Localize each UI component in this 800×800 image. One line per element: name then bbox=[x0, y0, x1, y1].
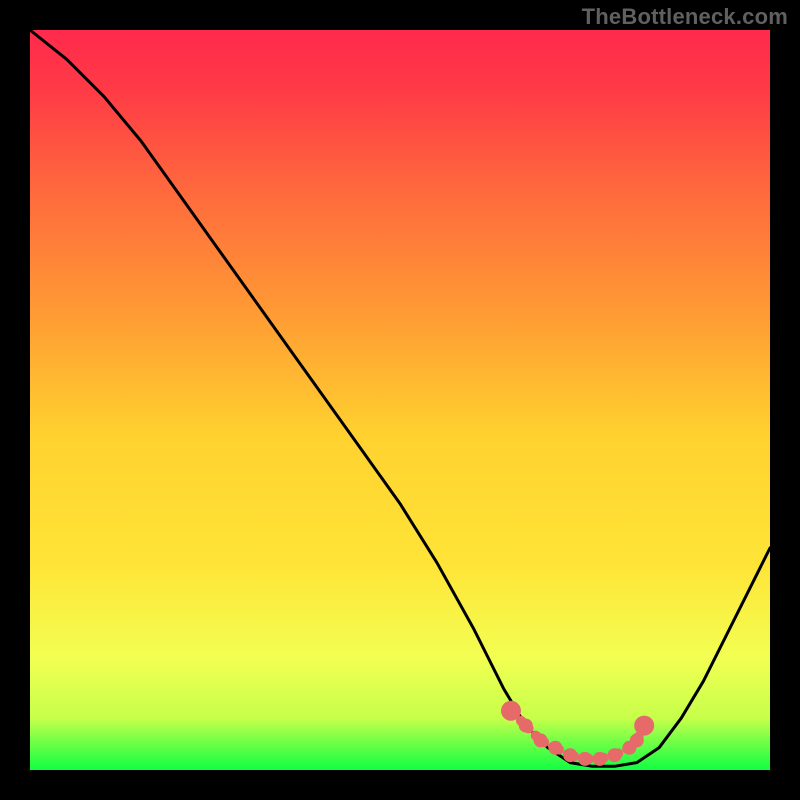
watermark-text: TheBottleneck.com bbox=[582, 4, 788, 30]
chart-border bbox=[770, 0, 800, 800]
chart-border bbox=[0, 0, 30, 800]
chart-frame: TheBottleneck.com bbox=[0, 0, 800, 800]
chart-border bbox=[0, 770, 800, 800]
bottleneck-chart bbox=[0, 0, 800, 800]
